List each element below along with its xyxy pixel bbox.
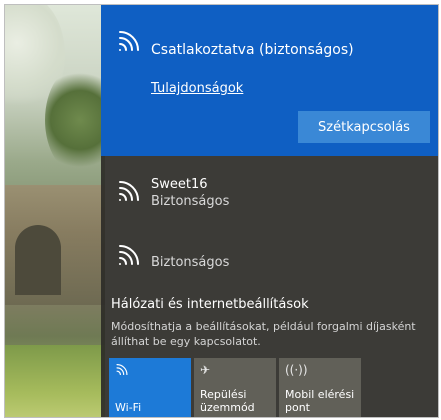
wifi-icon	[115, 363, 129, 378]
wifi-signal-icon	[117, 243, 141, 265]
properties-link[interactable]: Tulajdonságok	[151, 81, 243, 96]
network-security: Biztonságos	[151, 255, 230, 270]
airplane-icon: ✈	[200, 363, 211, 377]
tile-label: Repülési üzemmód	[200, 388, 255, 414]
mobile-hotspot-icon: ((·))	[285, 363, 308, 377]
network-settings-link[interactable]: Hálózati és internetbeállítások	[111, 297, 309, 312]
tile-label: Wi-Fi	[115, 401, 142, 414]
network-flyout: Csatlakoztatva (biztonságos) Tulajdonság…	[101, 5, 438, 417]
wifi-toggle-tile[interactable]: Wi-Fi	[109, 358, 191, 417]
mobile-hotspot-tile[interactable]: ((·)) Mobil elérési pont	[279, 358, 361, 417]
network-settings-description: Módosíthatja a beállításokat, például fo…	[111, 320, 416, 348]
network-item-sweet16[interactable]: Sweet16 Biztonságos	[101, 167, 438, 229]
network-flyout-screenshot: Csatlakoztatva (biztonságos) Tulajdonság…	[4, 4, 439, 418]
tile-label: Mobil elérési pont	[285, 388, 355, 414]
wifi-signal-icon	[117, 29, 141, 51]
network-name: Sweet16	[151, 177, 208, 192]
wifi-signal-icon	[117, 179, 141, 201]
connected-network-item[interactable]: Csatlakoztatva (biztonságos) Tulajdonság…	[101, 5, 438, 156]
network-item-hidden[interactable]: Biztonságos	[101, 231, 438, 293]
disconnect-button[interactable]: Szétkapcsolás	[298, 111, 430, 143]
connection-status: Csatlakoztatva (biztonságos)	[151, 42, 354, 58]
airplane-mode-tile[interactable]: ✈ Repülési üzemmód	[194, 358, 276, 417]
network-security: Biztonságos	[151, 194, 230, 209]
desktop-background-photo	[5, 5, 105, 417]
